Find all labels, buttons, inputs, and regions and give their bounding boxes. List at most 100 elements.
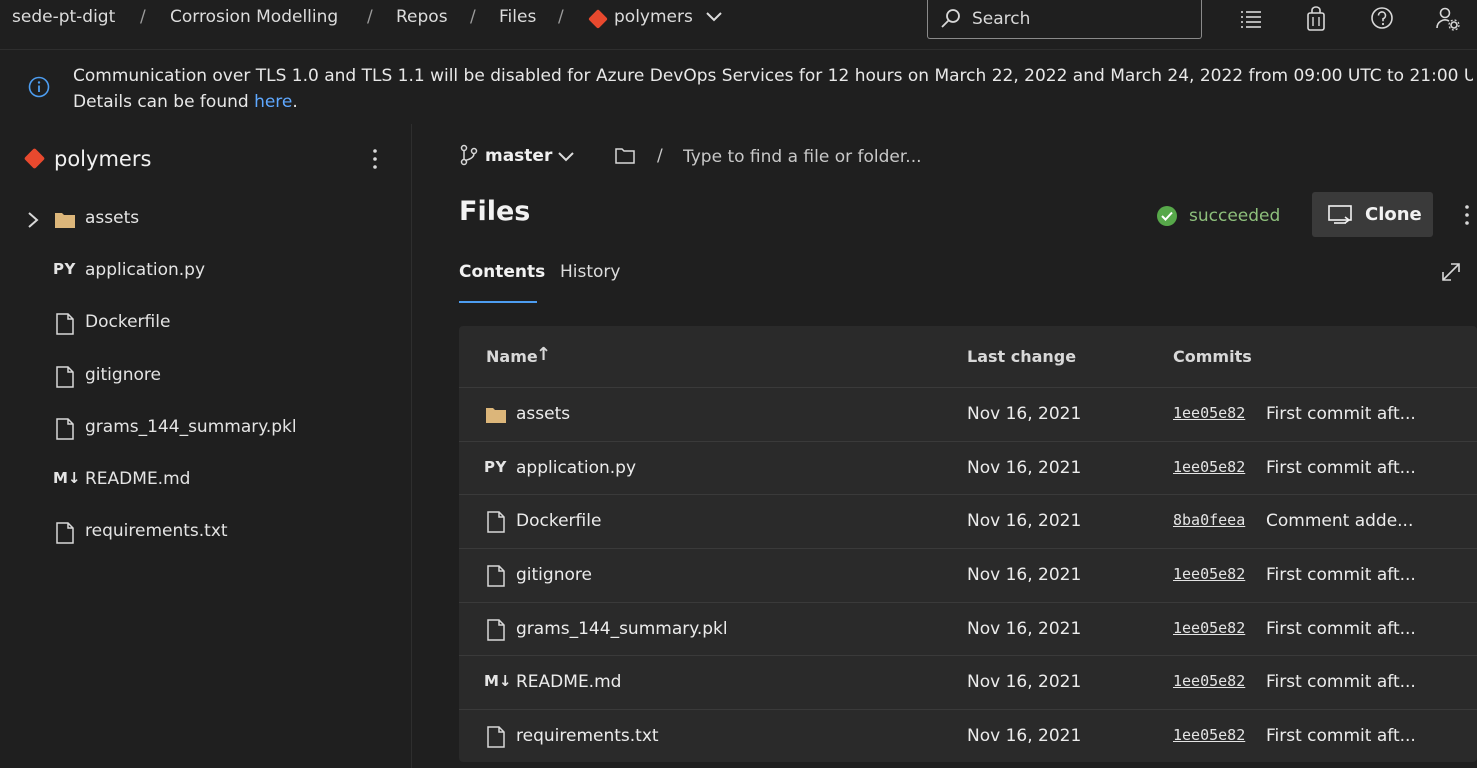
sidebar-item-assets[interactable]: assets — [0, 200, 412, 240]
file-name[interactable]: assets — [516, 404, 570, 424]
file-icon — [487, 511, 505, 533]
commit-hash-link[interactable]: 1ee05e82 — [1173, 458, 1245, 476]
path-separator: / — [657, 146, 663, 166]
chevron-down-icon[interactable] — [557, 150, 575, 164]
last-change-date: Nov 16, 2021 — [967, 619, 1082, 639]
commit-hash-link[interactable]: 1ee05e82 — [1173, 404, 1245, 422]
file-name[interactable]: README.md — [516, 672, 621, 692]
sidebar-item-label: gitignore — [85, 365, 161, 385]
last-change-date: Nov 16, 2021 — [967, 404, 1082, 424]
sidebar-item-requirements[interactable]: requirements.txt — [0, 513, 412, 553]
commit-message: First commit aft... — [1266, 404, 1416, 424]
breadcrumb-separator: / — [140, 7, 146, 27]
breadcrumb-separator: / — [558, 7, 564, 27]
folder-icon — [55, 213, 75, 228]
banner-details-line: Details can be found here. — [73, 89, 1473, 115]
clone-button-label: Clone — [1365, 204, 1422, 225]
search-icon — [941, 9, 960, 28]
build-status[interactable]: succeeded — [1189, 206, 1280, 226]
markdown-file-icon: M↓ — [53, 469, 81, 487]
commit-message: Comment adde... — [1266, 511, 1414, 531]
path-search-input[interactable] — [683, 144, 983, 170]
banner-message: Communication over TLS 1.0 and TLS 1.1 w… — [73, 63, 1473, 115]
sidebar-item-label: assets — [85, 208, 140, 228]
file-icon — [487, 565, 505, 587]
branch-selector[interactable]: master — [485, 146, 552, 166]
breadcrumb-repo[interactable]: polymers — [614, 7, 693, 27]
sort-ascending-icon[interactable]: ↑ — [536, 344, 551, 365]
clone-button[interactable]: Clone — [1312, 192, 1433, 237]
chevron-down-icon[interactable] — [705, 10, 723, 24]
commit-message: First commit aft... — [1266, 619, 1416, 639]
breadcrumb-repos[interactable]: Repos — [396, 7, 448, 27]
more-options-icon[interactable] — [1457, 202, 1477, 228]
table-row[interactable]: assets Nov 16, 2021 1ee05e82 First commi… — [459, 387, 1477, 440]
commit-message: First commit aft... — [1266, 565, 1416, 585]
breadcrumb-files[interactable]: Files — [499, 7, 536, 27]
column-header-commits[interactable]: Commits — [1173, 347, 1252, 366]
file-name[interactable]: gitignore — [516, 565, 592, 585]
column-header-last-change[interactable]: Last change — [967, 347, 1076, 366]
help-icon[interactable] — [1369, 6, 1395, 32]
table-row[interactable]: M↓ README.md Nov 16, 2021 1ee05e82 First… — [459, 655, 1477, 708]
files-table: Name ↑ Last change Commits assets Nov 16… — [459, 326, 1477, 762]
expand-icon[interactable] — [1440, 261, 1462, 283]
sidebar-repo-title[interactable]: polymers — [54, 147, 151, 171]
commit-message: First commit aft... — [1266, 726, 1416, 746]
active-tab-indicator — [459, 301, 537, 303]
file-name[interactable]: Dockerfile — [516, 511, 601, 531]
info-banner: Communication over TLS 1.0 and TLS 1.1 w… — [0, 51, 1477, 121]
sidebar-item-label: Dockerfile — [85, 312, 171, 332]
list-icon[interactable] — [1238, 6, 1264, 32]
commit-message: First commit aft... — [1266, 458, 1416, 478]
file-icon — [56, 366, 74, 388]
breadcrumb-project[interactable]: Corrosion Modelling — [170, 7, 338, 27]
last-change-date: Nov 16, 2021 — [967, 511, 1082, 531]
breadcrumb-org[interactable]: sede-pt-digt — [12, 7, 115, 27]
file-icon — [487, 619, 505, 641]
tab-history[interactable]: History — [560, 262, 620, 282]
commit-hash-link[interactable]: 8ba0feea — [1173, 511, 1245, 529]
branch-icon — [460, 144, 478, 166]
tab-contents[interactable]: Contents — [459, 262, 545, 282]
repo-icon — [23, 147, 46, 170]
table-row[interactable]: gitignore Nov 16, 2021 1ee05e82 First co… — [459, 548, 1477, 601]
sidebar-item-gitignore[interactable]: gitignore — [0, 357, 412, 397]
file-name[interactable]: requirements.txt — [516, 726, 659, 746]
breadcrumb-separator: / — [367, 7, 373, 27]
commit-hash-link[interactable]: 1ee05e82 — [1173, 726, 1245, 744]
column-header-name[interactable]: Name — [486, 347, 538, 366]
commit-message: First commit aft... — [1266, 672, 1416, 692]
folder-outline-icon[interactable] — [614, 146, 636, 166]
check-circle-icon — [1157, 206, 1177, 226]
sidebar-item-label: application.py — [85, 260, 206, 280]
sidebar-item-label: requirements.txt — [85, 521, 228, 541]
file-name[interactable]: grams_144_summary.pkl — [516, 619, 728, 639]
commit-hash-link[interactable]: 1ee05e82 — [1173, 565, 1245, 583]
file-icon — [487, 726, 505, 748]
table-row[interactable]: Dockerfile Nov 16, 2021 8ba0feea Comment… — [459, 494, 1477, 547]
sidebar-item-application-py[interactable]: PY application.py — [0, 252, 412, 292]
user-settings-icon[interactable] — [1435, 6, 1461, 32]
page-title: Files — [459, 196, 531, 227]
sidebar-item-readme[interactable]: M↓ README.md — [0, 461, 412, 501]
repo-icon — [588, 9, 608, 29]
table-row[interactable]: PY application.py Nov 16, 2021 1ee05e82 … — [459, 441, 1477, 494]
sidebar-item-dockerfile[interactable]: Dockerfile — [0, 304, 412, 344]
banner-text-line: Communication over TLS 1.0 and TLS 1.1 w… — [73, 66, 1473, 86]
table-row[interactable]: requirements.txt Nov 16, 2021 1ee05e82 F… — [459, 709, 1477, 762]
table-row[interactable]: grams_144_summary.pkl Nov 16, 2021 1ee05… — [459, 602, 1477, 655]
search-box[interactable] — [927, 0, 1202, 39]
chevron-right-icon[interactable] — [24, 210, 42, 230]
search-input[interactable] — [972, 7, 1192, 31]
breadcrumb-separator: / — [470, 7, 476, 27]
banner-details-link[interactable]: here — [254, 92, 292, 112]
file-name[interactable]: application.py — [516, 458, 636, 478]
commit-hash-link[interactable]: 1ee05e82 — [1173, 619, 1245, 637]
banner-details-prefix: Details can be found — [73, 92, 255, 112]
shopping-bag-icon[interactable] — [1303, 6, 1329, 32]
last-change-date: Nov 16, 2021 — [967, 726, 1082, 746]
more-options-icon[interactable] — [365, 146, 385, 172]
commit-hash-link[interactable]: 1ee05e82 — [1173, 672, 1245, 690]
sidebar-item-grams-summary[interactable]: grams_144_summary.pkl — [0, 409, 412, 449]
